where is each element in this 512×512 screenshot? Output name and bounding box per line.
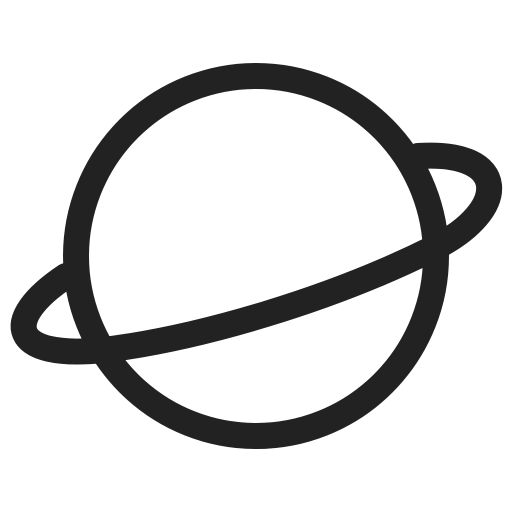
planet-ring-front	[91, 235, 447, 363]
planet-body	[63, 63, 449, 449]
planet-icon	[10, 63, 502, 449]
icon-canvas	[0, 0, 512, 512]
